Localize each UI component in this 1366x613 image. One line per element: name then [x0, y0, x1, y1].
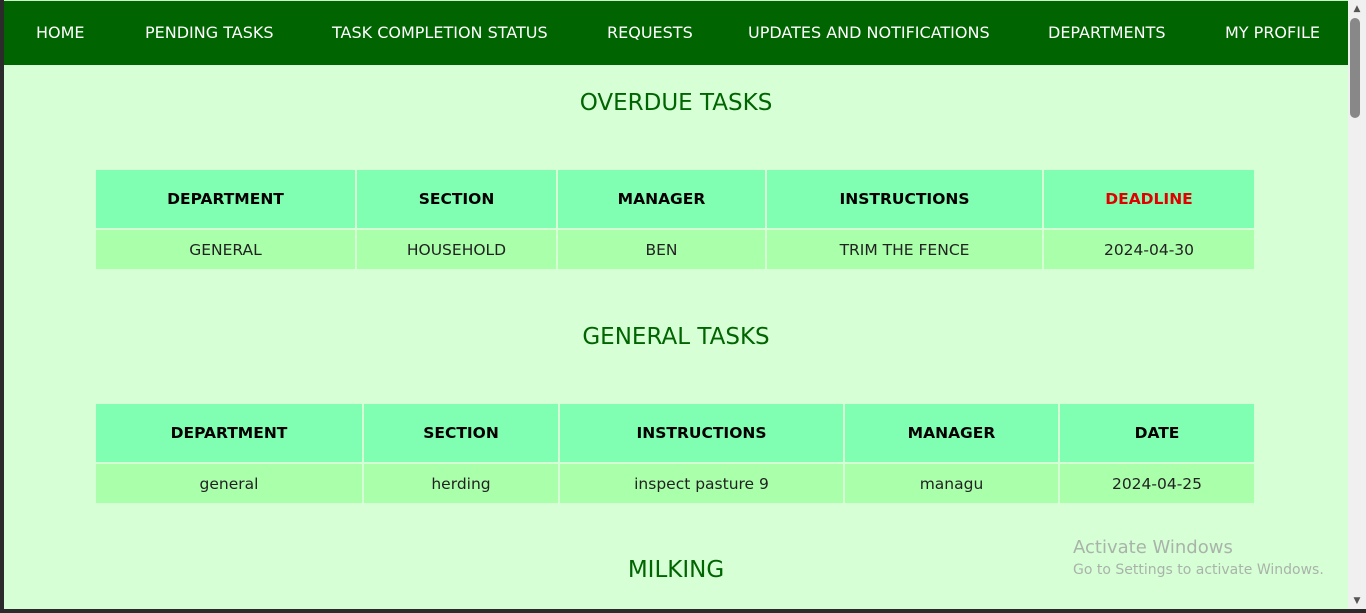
overdue-tasks-table: DEPARTMENT SECTION MANAGER INSTRUCTIONS …	[96, 170, 1254, 269]
table-row: GENERAL HOUSEHOLD BEN TRIM THE FENCE 202…	[96, 229, 1254, 269]
nav-pending-tasks[interactable]: PENDING TASKS	[145, 1, 274, 65]
cell-department: general	[96, 463, 364, 503]
nav-departments[interactable]: DEPARTMENTS	[1048, 1, 1166, 65]
general-tasks-table: DEPARTMENT SECTION INSTRUCTIONS MANAGER …	[96, 404, 1254, 503]
cell-manager: managu	[844, 463, 1060, 503]
nav-home[interactable]: HOME	[36, 1, 85, 65]
nav-requests[interactable]: REQUESTS	[607, 1, 693, 65]
column-header-instructions: INSTRUCTIONS	[559, 404, 845, 464]
cell-manager: BEN	[557, 229, 767, 269]
cell-instructions: inspect pasture 9	[559, 463, 845, 503]
column-header-manager: MANAGER	[844, 404, 1060, 464]
column-header-section: SECTION	[356, 170, 558, 230]
activate-windows-subtitle: Go to Settings to activate Windows.	[1073, 562, 1324, 578]
activate-windows-title: Activate Windows	[1073, 537, 1233, 558]
table-header-row: DEPARTMENT SECTION INSTRUCTIONS MANAGER …	[96, 404, 1254, 464]
cell-section: herding	[363, 463, 560, 503]
column-header-department: DEPARTMENT	[96, 404, 364, 464]
column-header-department: DEPARTMENT	[96, 170, 357, 230]
general-tasks-title: GENERAL TASKS	[582, 324, 770, 350]
scroll-up-arrow-icon[interactable]: ▲	[1350, 2, 1364, 16]
column-header-deadline: DEADLINE	[1043, 170, 1254, 230]
cell-instructions: TRIM THE FENCE	[766, 229, 1044, 269]
overdue-tasks-title: OVERDUE TASKS	[579, 90, 773, 116]
window-bottom-border	[0, 609, 1366, 613]
nav-my-profile[interactable]: MY PROFILE	[1225, 1, 1320, 65]
nav-updates-notifications[interactable]: UPDATES AND NOTIFICATIONS	[748, 1, 990, 65]
cell-deadline: 2024-04-30	[1043, 229, 1254, 269]
table-row: general herding inspect pasture 9 managu…	[96, 463, 1254, 503]
column-header-date: DATE	[1059, 404, 1254, 464]
column-header-manager: MANAGER	[557, 170, 767, 230]
scroll-down-arrow-icon[interactable]: ▼	[1350, 594, 1364, 608]
page: HOME PENDING TASKS TASK COMPLETION STATU…	[4, 0, 1348, 609]
column-header-section: SECTION	[363, 404, 560, 464]
scrollbar-thumb[interactable]	[1350, 18, 1360, 118]
cell-section: HOUSEHOLD	[356, 229, 558, 269]
cell-date: 2024-04-25	[1059, 463, 1254, 503]
cell-department: GENERAL	[96, 229, 357, 269]
column-header-instructions: INSTRUCTIONS	[766, 170, 1044, 230]
table-header-row: DEPARTMENT SECTION MANAGER INSTRUCTIONS …	[96, 170, 1254, 230]
top-navigation: HOME PENDING TASKS TASK COMPLETION STATU…	[4, 0, 1348, 65]
nav-task-completion-status[interactable]: TASK COMPLETION STATUS	[332, 1, 548, 65]
